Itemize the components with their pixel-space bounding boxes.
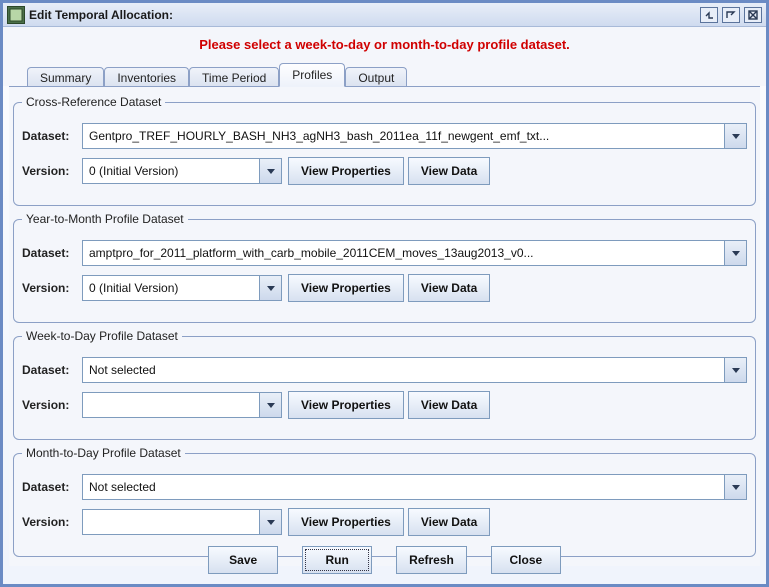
chevron-down-icon[interactable] (259, 276, 281, 300)
month-to-day-legend: Month-to-Day Profile Dataset (22, 446, 185, 460)
year-month-version-label: Version: (22, 281, 82, 295)
cross-ref-dataset-value: Gentpro_TREF_HOURLY_BASH_NH3_agNH3_bash_… (83, 129, 724, 143)
tab-output-label: Output (358, 71, 394, 85)
chevron-down-icon[interactable] (724, 124, 746, 148)
week-to-day-legend: Week-to-Day Profile Dataset (22, 329, 182, 343)
close-window-button[interactable] (744, 7, 762, 23)
chevron-down-icon[interactable] (259, 510, 281, 534)
cross-reference-panel: Cross-Reference Dataset Dataset: Gentpro… (13, 95, 756, 206)
run-button[interactable]: Run (302, 546, 372, 574)
year-month-dataset-label: Dataset: (22, 246, 82, 260)
refresh-button[interactable]: Refresh (396, 546, 467, 574)
month-day-version-label: Version: (22, 515, 82, 529)
month-day-dataset-value: Not selected (83, 480, 724, 494)
titlebar: Edit Temporal Allocation: (3, 3, 766, 27)
tab-output[interactable]: Output (345, 67, 407, 88)
tab-profiles-label: Profiles (292, 68, 332, 82)
tab-summary-label: Summary (40, 71, 91, 85)
minimize-button[interactable] (700, 7, 718, 23)
year-month-dataset-combo[interactable]: amptpro_for_2011_platform_with_carb_mobi… (82, 240, 747, 266)
year-month-view-properties-button[interactable]: View Properties (288, 274, 404, 302)
week-to-day-panel: Week-to-Day Profile Dataset Dataset: Not… (13, 329, 756, 440)
year-month-dataset-value: amptpro_for_2011_platform_with_carb_mobi… (83, 246, 724, 260)
save-button[interactable]: Save (208, 546, 278, 574)
month-day-version-combo[interactable] (82, 509, 282, 535)
year-to-month-legend: Year-to-Month Profile Dataset (22, 212, 188, 226)
tab-profiles[interactable]: Profiles (279, 63, 345, 87)
cross-ref-version-label: Version: (22, 164, 82, 178)
profiles-pane: Cross-Reference Dataset Dataset: Gentpro… (9, 86, 760, 566)
week-day-dataset-combo[interactable]: Not selected (82, 357, 747, 383)
week-day-view-properties-button[interactable]: View Properties (288, 391, 404, 419)
edit-temporal-allocation-window: Edit Temporal Allocation: Please select … (0, 0, 769, 587)
tab-row: Summary Inventories Time Period Profiles… (3, 62, 766, 86)
week-day-version-label: Version: (22, 398, 82, 412)
week-day-version-combo[interactable] (82, 392, 282, 418)
cross-ref-dataset-combo[interactable]: Gentpro_TREF_HOURLY_BASH_NH3_agNH3_bash_… (82, 123, 747, 149)
warning-bar: Please select a week-to-day or month-to-… (3, 27, 766, 62)
tab-time-period-label: Time Period (202, 71, 266, 85)
year-month-version-combo[interactable]: 0 (Initial Version) (82, 275, 282, 301)
cross-ref-dataset-label: Dataset: (22, 129, 82, 143)
year-month-view-data-button[interactable]: View Data (408, 274, 490, 302)
close-button[interactable]: Close (491, 546, 561, 574)
cross-ref-version-value: 0 (Initial Version) (83, 164, 259, 178)
warning-text: Please select a week-to-day or month-to-… (199, 37, 570, 52)
year-to-month-panel: Year-to-Month Profile Dataset Dataset: a… (13, 212, 756, 323)
month-day-dataset-label: Dataset: (22, 480, 82, 494)
month-day-view-data-button[interactable]: View Data (408, 508, 490, 536)
month-to-day-panel: Month-to-Day Profile Dataset Dataset: No… (13, 446, 756, 557)
tab-time-period[interactable]: Time Period (189, 67, 279, 88)
action-bar: Save Run Refresh Close (3, 546, 766, 574)
chevron-down-icon[interactable] (724, 475, 746, 499)
chevron-down-icon[interactable] (259, 393, 281, 417)
year-month-version-value: 0 (Initial Version) (83, 281, 259, 295)
chevron-down-icon[interactable] (724, 241, 746, 265)
tab-summary[interactable]: Summary (27, 67, 104, 88)
window-title: Edit Temporal Allocation: (29, 8, 173, 22)
month-day-dataset-combo[interactable]: Not selected (82, 474, 747, 500)
week-day-dataset-label: Dataset: (22, 363, 82, 377)
cross-ref-view-properties-button[interactable]: View Properties (288, 157, 404, 185)
cross-ref-view-data-button[interactable]: View Data (408, 157, 490, 185)
week-day-view-data-button[interactable]: View Data (408, 391, 490, 419)
cross-ref-version-combo[interactable]: 0 (Initial Version) (82, 158, 282, 184)
month-day-view-properties-button[interactable]: View Properties (288, 508, 404, 536)
week-day-dataset-value: Not selected (83, 363, 724, 377)
cross-reference-legend: Cross-Reference Dataset (22, 95, 165, 109)
maximize-button[interactable] (722, 7, 740, 23)
app-icon (7, 6, 25, 24)
tab-inventories[interactable]: Inventories (104, 67, 189, 88)
tab-inventories-label: Inventories (117, 71, 176, 85)
chevron-down-icon[interactable] (724, 358, 746, 382)
chevron-down-icon[interactable] (259, 159, 281, 183)
